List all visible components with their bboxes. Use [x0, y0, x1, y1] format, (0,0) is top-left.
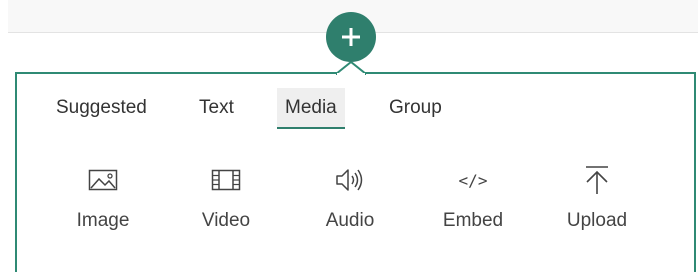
panel-notch [336, 62, 366, 76]
embed-tool-button[interactable]: </> Embed [428, 160, 518, 240]
upload-tool-label: Upload [566, 210, 628, 231]
image-tool-button[interactable]: Image [58, 160, 148, 240]
tab-suggested[interactable]: Suggested [48, 88, 155, 128]
audio-tool-label: Audio [325, 210, 375, 231]
audio-icon [336, 169, 363, 191]
web-part-toolbox: Suggested Text Media Group Image Video A… [0, 0, 698, 272]
upload-icon [586, 166, 608, 194]
add-web-part-button[interactable] [326, 12, 376, 62]
audio-tool-button[interactable]: Audio [305, 160, 395, 240]
image-tool-label: Image [76, 210, 130, 231]
embed-icon: </> [458, 170, 488, 190]
image-icon [88, 169, 118, 191]
tab-group[interactable]: Group [381, 88, 450, 128]
video-icon [211, 169, 241, 191]
tab-media[interactable]: Media [277, 88, 345, 129]
tab-text[interactable]: Text [191, 88, 242, 128]
video-tool-label: Video [201, 210, 251, 231]
upload-tool-button[interactable]: Upload [552, 160, 642, 240]
plus-icon [342, 28, 360, 46]
video-tool-button[interactable]: Video [181, 160, 271, 240]
embed-tool-label: Embed [442, 210, 504, 231]
